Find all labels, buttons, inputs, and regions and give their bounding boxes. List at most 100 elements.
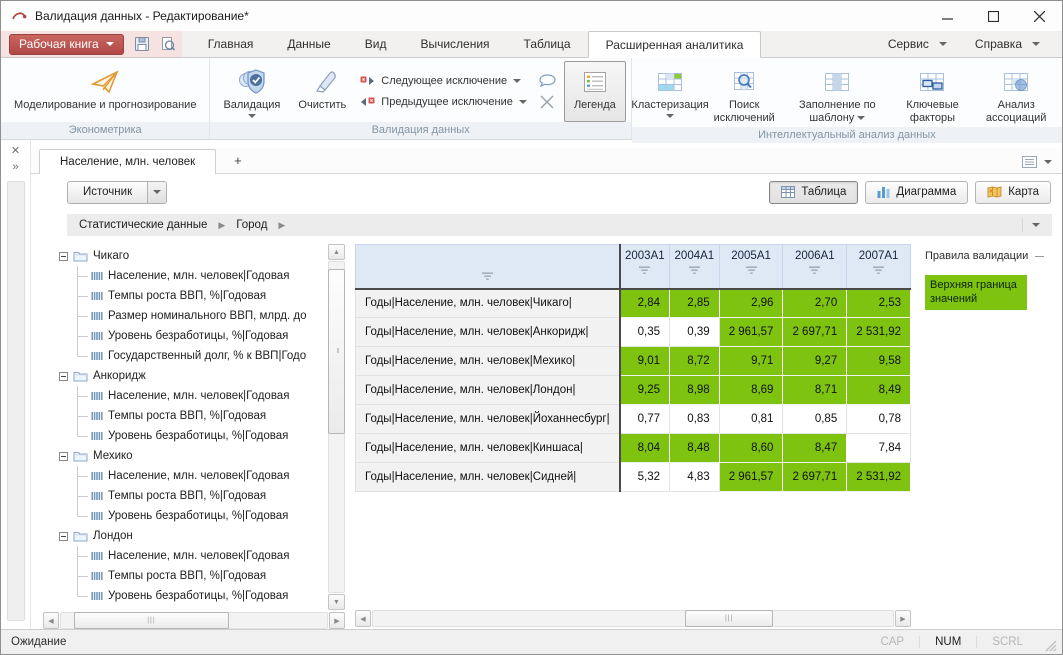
column-header-2003A1[interactable]: 2003A1 bbox=[620, 245, 670, 289]
source-dropdown[interactable] bbox=[147, 182, 166, 203]
data-cell[interactable]: 8,69 bbox=[719, 376, 783, 405]
scroll-right-icon[interactable]: ▶ bbox=[895, 610, 911, 627]
ribbon-tab-4[interactable]: Таблица bbox=[507, 31, 588, 57]
data-cell[interactable]: 9,27 bbox=[783, 347, 847, 376]
panel-list-icon[interactable] bbox=[1022, 156, 1037, 168]
row-label[interactable]: Годы|Население, млн. человек|Киншаса| bbox=[356, 434, 620, 463]
tree-leaf[interactable]: Уровень безработицы, %|Годовая bbox=[91, 426, 324, 446]
data-cell[interactable]: 2 961,57 bbox=[719, 463, 783, 492]
breadcrumb-item-1[interactable]: Город bbox=[236, 219, 267, 231]
data-cell[interactable]: 2 961,57 bbox=[719, 318, 783, 347]
data-cell[interactable]: 8,04 bbox=[620, 434, 670, 463]
tree-node-1[interactable]: Анкоридж bbox=[45, 366, 324, 386]
tree-leaf[interactable]: Население, млн. человек|Годовая bbox=[91, 546, 324, 566]
data-cell[interactable]: 2 697,71 bbox=[783, 318, 847, 347]
scroll-right-icon[interactable]: ▶ bbox=[329, 612, 345, 629]
tree-leaf[interactable]: Размер номинального ВВП, млрд. до bbox=[91, 306, 324, 326]
collapsed-panel-band[interactable] bbox=[7, 181, 25, 621]
data-cell[interactable]: 9,25 bbox=[620, 376, 670, 405]
column-header-2005A1[interactable]: 2005A1 bbox=[719, 245, 783, 289]
tree-leaf[interactable]: Государственный долг, % к ВВП|Годо bbox=[91, 346, 324, 366]
data-cell[interactable]: 2 697,71 bbox=[783, 463, 847, 492]
data-cell[interactable]: 0,35 bbox=[620, 318, 670, 347]
scroll-left-icon[interactable]: ◀ bbox=[43, 612, 59, 629]
tree-leaf[interactable]: Темпы роста ВВП, %|Годовая bbox=[91, 486, 324, 506]
scrollbar-thumb[interactable]: ＝ bbox=[328, 269, 345, 434]
table-corner-header[interactable] bbox=[356, 245, 620, 289]
tree-leaf[interactable]: Темпы роста ВВП, %|Годовая bbox=[91, 286, 324, 306]
tree-vertical-scrollbar[interactable]: ▲ ＝ ▼ bbox=[328, 244, 345, 610]
breadcrumb-dropdown[interactable] bbox=[1022, 218, 1040, 232]
data-cell[interactable]: 9,01 bbox=[620, 347, 670, 376]
data-cell[interactable]: 8,48 bbox=[670, 434, 720, 463]
tree-leaf[interactable]: Население, млн. человек|Годовая bbox=[91, 266, 324, 286]
exception-search-button[interactable]: Поиск исключений bbox=[705, 61, 783, 127]
tree-leaf[interactable]: Темпы роста ВВП, %|Годовая bbox=[91, 406, 324, 426]
clear-button[interactable]: Очистить bbox=[290, 61, 354, 122]
tree-leaf[interactable]: Уровень безработицы, %|Годовая bbox=[91, 506, 324, 526]
data-cell[interactable]: 0,77 bbox=[620, 405, 670, 434]
tree-leaf[interactable]: Население, млн. человек|Годовая bbox=[91, 466, 324, 486]
ribbon-tab-3[interactable]: Вычисления bbox=[403, 31, 506, 57]
scroll-left-icon[interactable]: ◀ bbox=[355, 610, 371, 627]
view-button-2[interactable]: Карта bbox=[975, 181, 1051, 204]
data-cell[interactable]: 2,70 bbox=[783, 289, 847, 318]
comment-button[interactable] bbox=[539, 74, 556, 87]
ribbon-tab-0[interactable]: Главная bbox=[191, 31, 271, 57]
ribbon-tab-1[interactable]: Данные bbox=[270, 31, 347, 57]
legend-button[interactable]: Легенда bbox=[564, 61, 626, 122]
data-cell[interactable]: 5,32 bbox=[620, 463, 670, 492]
row-label[interactable]: Годы|Население, млн. человек|Чикаго| bbox=[356, 289, 620, 318]
data-cell[interactable]: 8,60 bbox=[719, 434, 783, 463]
help-menu[interactable]: Справка bbox=[963, 37, 1052, 51]
tree-node-2[interactable]: Мехико bbox=[45, 446, 324, 466]
data-cell[interactable]: 8,47 bbox=[783, 434, 847, 463]
table-horizontal-scrollbar[interactable]: ◀ ||| ▶ bbox=[355, 610, 911, 627]
data-cell[interactable]: 2,85 bbox=[670, 289, 720, 318]
close-button[interactable] bbox=[1016, 1, 1062, 31]
data-cell[interactable]: 9,71 bbox=[719, 347, 783, 376]
data-cell[interactable]: 8,49 bbox=[847, 376, 911, 405]
associations-button[interactable]: Анализ ассоциаций bbox=[975, 61, 1057, 127]
tree-leaf[interactable]: Население, млн. человек|Годовая bbox=[91, 386, 324, 406]
data-cell[interactable]: 2 531,92 bbox=[847, 463, 911, 492]
minimize-button[interactable] bbox=[924, 1, 970, 31]
source-split-button[interactable]: Источник bbox=[67, 181, 167, 204]
row-label[interactable]: Годы|Население, млн. человек|Лондон| bbox=[356, 376, 620, 405]
new-tab-button[interactable]: + bbox=[216, 148, 260, 173]
clustering-button[interactable]: Кластеризация bbox=[637, 61, 703, 127]
data-cell[interactable]: 0,78 bbox=[847, 405, 911, 434]
tree-node-3[interactable]: Лондон bbox=[45, 526, 324, 546]
data-cell[interactable]: 9,58 bbox=[847, 347, 911, 376]
breadcrumb-item-0[interactable]: Статистические данные bbox=[79, 219, 207, 231]
service-menu[interactable]: Сервис bbox=[876, 37, 959, 51]
maximize-button[interactable] bbox=[970, 1, 1016, 31]
data-cell[interactable]: 0,81 bbox=[719, 405, 783, 434]
row-label[interactable]: Годы|Население, млн. человек|Йоханнесбур… bbox=[356, 405, 620, 434]
prev-exception-button[interactable]: Предыдущее исключение bbox=[360, 96, 527, 108]
ribbon-tab-2[interactable]: Вид bbox=[348, 31, 404, 57]
data-cell[interactable]: 8,71 bbox=[783, 376, 847, 405]
data-cell[interactable]: 8,72 bbox=[670, 347, 720, 376]
key-factors-button[interactable]: Ключевые факторы bbox=[892, 61, 974, 127]
data-cell[interactable]: 0,83 bbox=[670, 405, 720, 434]
data-cell[interactable]: 8,98 bbox=[670, 376, 720, 405]
view-button-1[interactable]: Диаграмма bbox=[865, 181, 968, 204]
scrollbar-thumb[interactable]: ||| bbox=[685, 610, 773, 627]
remove-exception-button[interactable] bbox=[540, 95, 554, 109]
workbook-menu-button[interactable]: Рабочая книга bbox=[9, 34, 124, 55]
ribbon-tab-5[interactable]: Расширенная аналитика bbox=[588, 31, 762, 58]
chevron-down-icon[interactable] bbox=[1044, 160, 1052, 164]
print-preview-icon[interactable] bbox=[157, 34, 179, 55]
scrollbar-thumb[interactable]: ||| bbox=[74, 612, 228, 629]
view-button-0[interactable]: Таблица bbox=[769, 181, 858, 204]
data-cell[interactable]: 2,84 bbox=[620, 289, 670, 318]
row-label[interactable]: Годы|Население, млн. человек|Сидней| bbox=[356, 463, 620, 492]
data-cell[interactable]: 2 531,92 bbox=[847, 318, 911, 347]
data-cell[interactable]: 2,96 bbox=[719, 289, 783, 318]
row-label[interactable]: Годы|Население, млн. человек|Мехико| bbox=[356, 347, 620, 376]
tree-node-0[interactable]: Чикаго bbox=[45, 246, 324, 266]
column-header-2006A1[interactable]: 2006A1 bbox=[783, 245, 847, 289]
fill-template-button[interactable]: Заполнение по шаблону bbox=[785, 61, 890, 127]
column-header-2007A1[interactable]: 2007A1 bbox=[847, 245, 911, 289]
